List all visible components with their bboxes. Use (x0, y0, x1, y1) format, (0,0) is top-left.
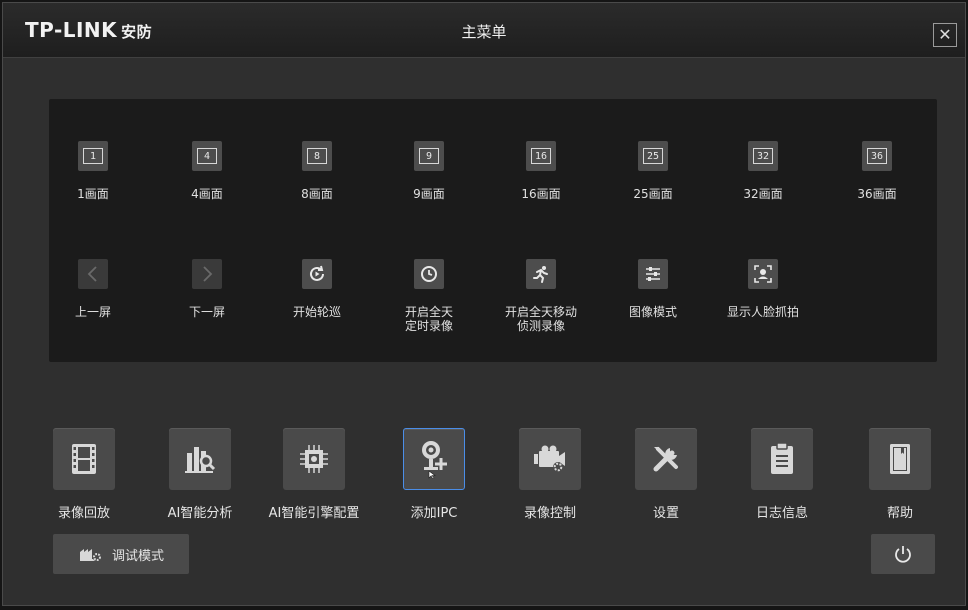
power-icon (895, 546, 911, 563)
tools-icon (635, 428, 697, 490)
help-label: 帮助 (886, 506, 913, 521)
film-icon (53, 428, 115, 490)
layout-1-label: 1画面 (77, 187, 109, 201)
clock-icon (414, 259, 444, 289)
close-button[interactable]: ✕ (933, 23, 957, 47)
add-ipc-button[interactable]: 添加IPC (379, 428, 489, 521)
factory-gear-icon (79, 549, 102, 562)
layout-25-icon: 25 (638, 141, 668, 171)
settings-button[interactable]: 设置 (611, 428, 721, 521)
record-control-label: 录像控制 (523, 506, 576, 521)
layout-9-button[interactable]: 9 9画面 (389, 141, 469, 201)
face-capture-label: 显示人脸抓拍 (726, 305, 799, 319)
chart-search-icon (169, 428, 231, 490)
power-button[interactable] (871, 534, 935, 574)
layout-36-label: 36画面 (857, 187, 897, 201)
image-mode-button[interactable]: 图像模式 (613, 259, 693, 319)
motion-record-label: 开启全天移动 侦测录像 (504, 305, 577, 333)
prev-screen-button[interactable]: 上一屏 (53, 259, 133, 319)
layout-9-icon: 9 (414, 141, 444, 171)
face-capture-button[interactable]: 显示人脸抓拍 (723, 259, 803, 319)
layout-9-label: 9画面 (413, 187, 445, 201)
layout-4-label: 4画面 (191, 187, 223, 201)
layout-32-label: 32画面 (743, 187, 783, 201)
playback-button[interactable]: 录像回放 (29, 428, 139, 521)
image-mode-label: 图像模式 (628, 305, 677, 319)
layout-8-icon: 8 (302, 141, 332, 171)
add-ipc-label: 添加IPC (410, 506, 458, 521)
camera-add-icon (403, 428, 465, 490)
layout-32-button[interactable]: 32 32画面 (723, 141, 803, 201)
chevron-right-icon (192, 259, 222, 289)
log-info-button[interactable]: 日志信息 (727, 428, 837, 521)
video-camera-gear-icon (519, 428, 581, 490)
sliders-icon (638, 259, 668, 289)
layout-16-label: 16画面 (521, 187, 561, 201)
layout-8-label: 8画面 (301, 187, 333, 201)
prev-screen-label: 上一屏 (74, 305, 111, 319)
layout-25-button[interactable]: 25 25画面 (613, 141, 693, 201)
debug-mode-button[interactable]: 调试模式 (53, 534, 189, 574)
clipboard-icon (751, 428, 813, 490)
next-screen-button[interactable]: 下一屏 (167, 259, 247, 319)
settings-label: 设置 (652, 506, 679, 521)
title-bar: TP-LINK 安防 主菜单 ✕ (3, 3, 965, 58)
start-patrol-button[interactable]: 开始轮巡 (277, 259, 357, 319)
log-info-label: 日志信息 (755, 506, 808, 521)
main-menu-window: TP-LINK 安防 主菜单 ✕ 1 1画面 4 4画面 8 8画面 9 9画面 … (2, 2, 966, 606)
layout-36-button[interactable]: 36 36画面 (837, 141, 917, 201)
chevron-left-icon (78, 259, 108, 289)
start-patrol-label: 开始轮巡 (292, 305, 341, 319)
schedule-record-button[interactable]: 开启全天 定时录像 (389, 259, 469, 333)
preview-control-panel: 1 1画面 4 4画面 8 8画面 9 9画面 16 16画面 25 25画面 … (49, 99, 937, 362)
layout-4-icon: 4 (192, 141, 222, 171)
face-capture-icon (748, 259, 778, 289)
motion-record-button[interactable]: 开启全天移动 侦测录像 (501, 259, 581, 333)
running-man-icon (526, 259, 556, 289)
record-control-button[interactable]: 录像控制 (495, 428, 605, 521)
layout-16-icon: 16 (526, 141, 556, 171)
ai-engine-config-button[interactable]: AI智能引擎配置 (259, 428, 369, 521)
window-title: 主菜单 (461, 23, 507, 41)
help-button[interactable]: 帮助 (845, 428, 955, 521)
layout-16-button[interactable]: 16 16画面 (501, 141, 581, 201)
layout-1-button[interactable]: 1 1画面 (53, 141, 133, 201)
layout-1-icon: 1 (78, 141, 108, 171)
playback-label: 录像回放 (57, 506, 110, 521)
layout-25-label: 25画面 (633, 187, 673, 201)
debug-mode-label: 调试模式 (111, 548, 164, 564)
next-screen-label: 下一屏 (188, 305, 225, 319)
ai-engine-config-label: AI智能引擎配置 (268, 506, 360, 521)
ai-analysis-button[interactable]: AI智能分析 (145, 428, 255, 521)
chip-icon (283, 428, 345, 490)
ai-analysis-label: AI智能分析 (167, 506, 233, 521)
refresh-play-icon (302, 259, 332, 289)
layout-36-icon: 36 (862, 141, 892, 171)
layout-32-icon: 32 (748, 141, 778, 171)
book-icon (869, 428, 931, 490)
layout-8-button[interactable]: 8 8画面 (277, 141, 357, 201)
schedule-record-label: 开启全天 定时录像 (404, 305, 453, 333)
layout-4-button[interactable]: 4 4画面 (167, 141, 247, 201)
